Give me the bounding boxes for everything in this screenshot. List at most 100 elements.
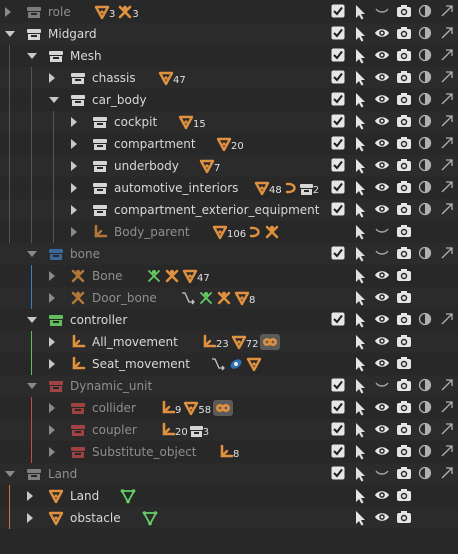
outliner-row-substitute-object[interactable]: Substitute_object 8 <box>0 441 458 463</box>
expand-toggle-icon[interactable] <box>71 205 77 215</box>
indirect-only-icon[interactable] <box>440 48 456 64</box>
exclude-checkbox[interactable] <box>331 400 347 416</box>
indirect-only-icon[interactable] <box>440 136 456 152</box>
exclude-checkbox[interactable] <box>331 4 347 20</box>
collapse-toggle-icon[interactable] <box>5 31 15 37</box>
expand-toggle-icon[interactable] <box>27 491 33 501</box>
mesh-tri-icon[interactable]: 72 <box>231 334 258 350</box>
row-label[interactable]: compartment_exterior_equipment <box>114 202 319 218</box>
indirect-only-icon[interactable] <box>440 26 456 42</box>
row-label[interactable]: Mesh <box>70 48 102 64</box>
holdout-icon[interactable] <box>418 378 434 394</box>
selectable-arrow-icon[interactable] <box>353 334 369 350</box>
exclude-checkbox[interactable] <box>331 246 347 262</box>
expand-toggle-icon[interactable] <box>49 293 55 303</box>
outliner-row-compartment-exterior-equipment[interactable]: compartment_exterior_equipment <box>0 199 458 221</box>
empty-icon[interactable]: 23 <box>201 334 229 350</box>
camera-render-icon[interactable] <box>396 356 412 372</box>
armature-icon[interactable] <box>164 268 180 284</box>
row-label[interactable]: Body_parent <box>114 224 190 240</box>
expand-toggle-icon[interactable] <box>71 227 77 237</box>
outliner-row-dynamic-unit[interactable]: Dynamic_unit <box>0 375 458 397</box>
outliner-row-cockpit[interactable]: cockpit 15 <box>0 111 458 133</box>
mesh-tri-icon[interactable]: 20 <box>216 136 244 152</box>
holdout-icon[interactable] <box>418 158 434 174</box>
holdout-icon[interactable] <box>418 422 434 438</box>
constraint-icon[interactable] <box>210 356 226 372</box>
selectable-arrow-icon[interactable] <box>353 4 369 20</box>
outliner-row-land[interactable]: Land <box>0 463 458 485</box>
selectable-arrow-icon[interactable] <box>353 312 369 328</box>
indirect-only-icon[interactable] <box>440 180 456 196</box>
holdout-icon[interactable] <box>418 400 434 416</box>
exclude-checkbox[interactable] <box>331 158 347 174</box>
expand-toggle-icon[interactable] <box>5 7 11 17</box>
indirect-only-icon[interactable] <box>440 312 456 328</box>
selectable-arrow-icon[interactable] <box>353 400 369 416</box>
outliner-row-bone[interactable]: bone <box>0 243 458 265</box>
expand-toggle-icon[interactable] <box>49 447 55 457</box>
selectable-arrow-icon[interactable] <box>353 444 369 460</box>
selectable-arrow-icon[interactable] <box>353 246 369 262</box>
eye-closed-icon[interactable] <box>374 246 390 262</box>
empty-icon[interactable]: 8 <box>218 444 239 460</box>
camera-render-icon[interactable] <box>396 444 412 460</box>
row-label[interactable]: Bone <box>92 268 123 284</box>
exclude-checkbox[interactable] <box>331 312 347 328</box>
holdout-icon[interactable] <box>418 246 434 262</box>
eye-open-icon[interactable] <box>374 70 390 86</box>
mesh-tri-icon[interactable]: 15 <box>178 114 206 130</box>
pose-green-icon[interactable] <box>146 268 162 284</box>
row-label[interactable]: bone <box>70 246 100 262</box>
expand-toggle-icon[interactable] <box>49 403 55 413</box>
camera-render-icon[interactable] <box>396 488 412 504</box>
camera-render-icon[interactable] <box>396 312 412 328</box>
holdout-icon[interactable] <box>418 136 434 152</box>
eye-open-icon[interactable] <box>374 158 390 174</box>
eye-open-icon[interactable] <box>374 510 390 526</box>
eye-closed-icon[interactable] <box>374 224 390 240</box>
empty-icon[interactable]: 9 <box>160 400 181 416</box>
eye-open-icon[interactable] <box>374 488 390 504</box>
row-label[interactable]: Midgard <box>48 26 97 42</box>
camera-render-icon[interactable] <box>396 180 412 196</box>
eye-open-icon[interactable] <box>374 268 390 284</box>
selectable-arrow-icon[interactable] <box>353 290 369 306</box>
eye-open-icon[interactable] <box>374 26 390 42</box>
holdout-icon[interactable] <box>418 48 434 64</box>
indirect-only-icon[interactable] <box>440 70 456 86</box>
collapse-toggle-icon[interactable] <box>49 97 59 103</box>
camera-render-icon[interactable] <box>396 400 412 416</box>
camera-render-icon[interactable] <box>396 202 412 218</box>
holdout-icon[interactable] <box>418 312 434 328</box>
camera-render-icon[interactable] <box>396 70 412 86</box>
outliner-row-compartment[interactable]: compartment 20 <box>0 133 458 155</box>
selectable-arrow-icon[interactable] <box>353 510 369 526</box>
eye-open-icon[interactable] <box>374 356 390 372</box>
camera-render-icon[interactable] <box>396 334 412 350</box>
holdout-icon[interactable] <box>418 180 434 196</box>
expand-toggle-icon[interactable] <box>71 117 77 127</box>
outliner-row-door-bone[interactable]: Door_bone 8 <box>0 287 458 309</box>
eye-open-icon[interactable] <box>374 400 390 416</box>
selectable-arrow-icon[interactable] <box>353 202 369 218</box>
exclude-checkbox[interactable] <box>331 422 347 438</box>
row-label[interactable]: coupler <box>92 422 137 438</box>
mesh-green-icon[interactable] <box>120 488 136 504</box>
selectable-arrow-icon[interactable] <box>353 422 369 438</box>
holdout-icon[interactable] <box>418 444 434 460</box>
indirect-only-icon[interactable] <box>440 246 456 262</box>
indirect-only-icon[interactable] <box>440 400 456 416</box>
row-label[interactable]: car_body <box>92 92 147 108</box>
expand-toggle-icon[interactable] <box>71 161 77 171</box>
mesh-tri-icon[interactable]: 48 <box>254 180 282 196</box>
eye-open-icon[interactable] <box>374 290 390 306</box>
collapse-toggle-icon[interactable] <box>27 251 37 257</box>
row-label[interactable]: controller <box>70 312 127 328</box>
indirect-only-icon[interactable] <box>440 92 456 108</box>
expand-toggle-icon[interactable] <box>49 271 55 281</box>
eye-open-icon[interactable] <box>374 114 390 130</box>
constraint-icon[interactable] <box>180 290 196 306</box>
collapse-toggle-icon[interactable] <box>5 471 15 477</box>
outliner-row-land-obj[interactable]: Land <box>0 485 458 507</box>
